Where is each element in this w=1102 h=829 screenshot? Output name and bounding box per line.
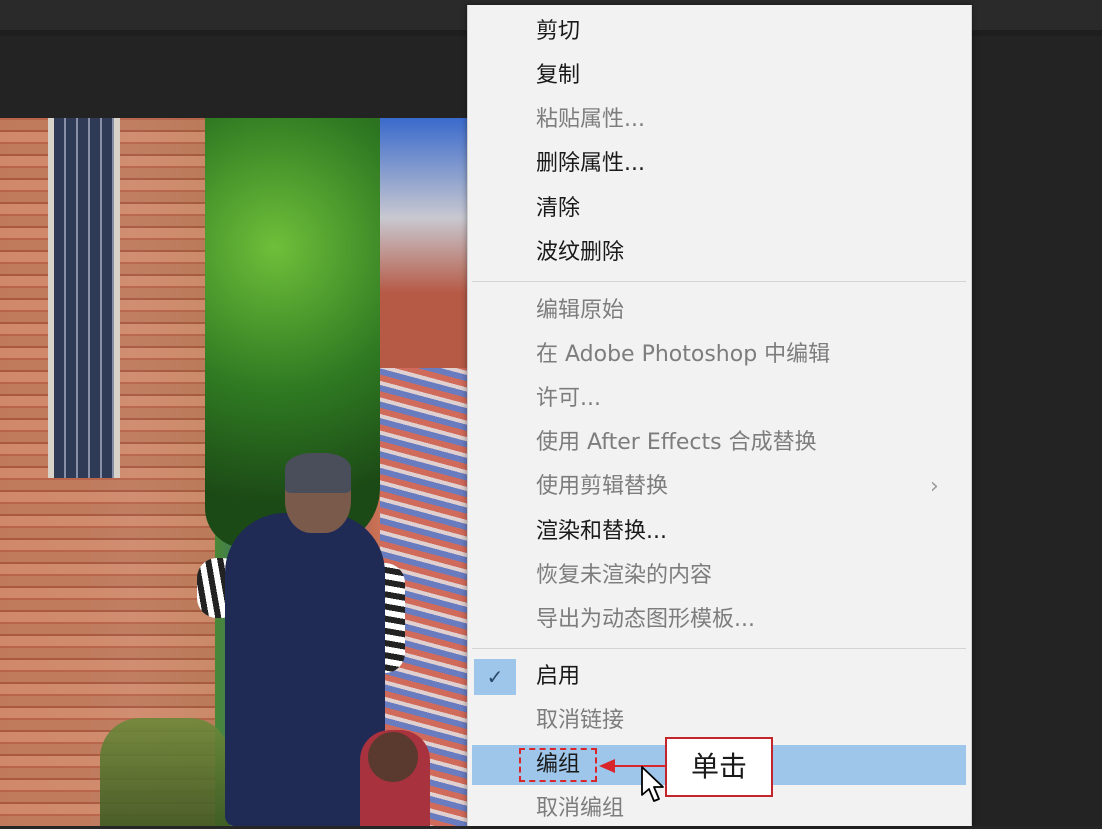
menu-separator: [472, 281, 966, 282]
menu-item-replace-with-clip[interactable]: 使用剪辑替换 ›: [468, 467, 971, 507]
menu-item-license[interactable]: 许可...: [468, 379, 971, 419]
menu-item-label: 粘贴属性...: [536, 107, 645, 132]
menu-item-replace-with-ae-comp[interactable]: 使用 After Effects 合成替换: [468, 423, 971, 463]
menu-item-restore-unrendered[interactable]: 恢复未渲染的内容: [468, 556, 971, 596]
menu-item-clear[interactable]: 清除: [468, 189, 971, 229]
menu-item-edit-in-photoshop[interactable]: 在 Adobe Photoshop 中编辑: [468, 335, 971, 375]
menu-item-copy[interactable]: 复制: [468, 56, 971, 96]
menu-item-edit-original[interactable]: 编辑原始: [468, 291, 971, 331]
menu-item-label: 取消链接: [536, 708, 625, 733]
menu-item-label: 复制: [536, 63, 581, 88]
menu-item-label: 剪切: [536, 19, 581, 44]
menu-item-label: 使用 After Effects 合成替换: [536, 430, 817, 455]
menu-item-label: 删除属性...: [536, 151, 645, 176]
video-preview-frame: [0, 118, 468, 826]
menu-item-label: 渲染和替换...: [536, 519, 667, 544]
menu-item-label: 取消编组: [536, 796, 625, 821]
annotation-highlight-box: [519, 748, 597, 782]
menu-item-remove-attributes[interactable]: 删除属性...: [468, 144, 971, 184]
menu-item-cut[interactable]: 剪切: [468, 12, 971, 52]
menu-item-label: 使用剪辑替换: [536, 474, 669, 499]
gondolier-hair: [285, 453, 351, 493]
menu-item-label: 许可...: [536, 386, 601, 411]
menu-item-label: 恢复未渲染的内容: [536, 563, 713, 588]
menu-item-ripple-delete[interactable]: 波纹删除: [468, 233, 971, 273]
context-menu: 剪切 复制 粘贴属性... 删除属性... 清除 波纹删除 编辑原始 在 Ado…: [467, 5, 972, 826]
chevron-right-icon: ›: [930, 474, 939, 499]
barred-window: [48, 118, 120, 478]
menu-item-label: 清除: [536, 196, 581, 221]
menu-item-label: 波纹删除: [536, 240, 625, 265]
menu-item-label: 在 Adobe Photoshop 中编辑: [536, 342, 831, 367]
passenger-head: [368, 732, 418, 782]
mossy-step: [100, 718, 230, 826]
canal-bridge: [380, 118, 468, 368]
menu-item-unlink[interactable]: 取消链接: [468, 701, 971, 741]
menu-item-enable[interactable]: ✓ 启用: [468, 657, 971, 697]
annotation-callout: 单击: [665, 737, 773, 797]
menu-item-label: 启用: [536, 664, 581, 689]
menu-item-export-mogrt[interactable]: 导出为动态图形模板...: [468, 600, 971, 640]
menu-item-render-and-replace[interactable]: 渲染和替换...: [468, 512, 971, 552]
mouse-pointer-icon: [641, 766, 664, 802]
annotation-arrow-icon: [599, 759, 615, 773]
menu-separator: [472, 648, 966, 649]
menu-item-label: 编辑原始: [536, 298, 625, 323]
menu-item-label: 导出为动态图形模板...: [536, 607, 755, 632]
menu-item-paste-attributes[interactable]: 粘贴属性...: [468, 100, 971, 140]
checkmark-icon: ✓: [474, 659, 516, 695]
